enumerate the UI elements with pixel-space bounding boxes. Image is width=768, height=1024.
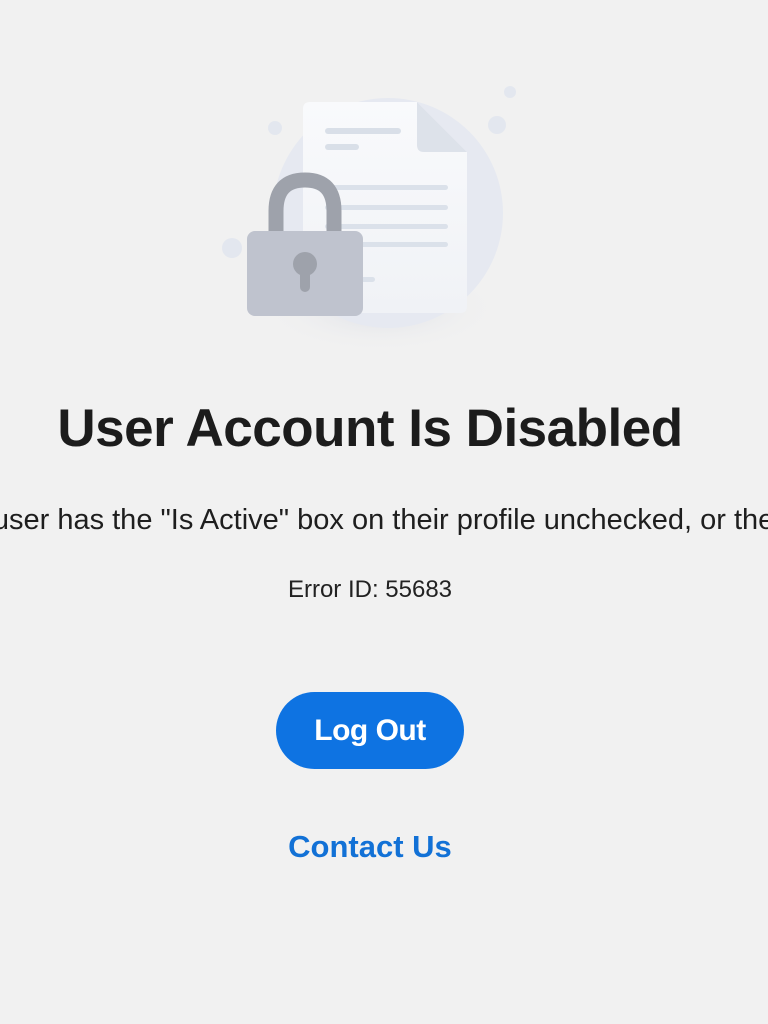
disabled-reason-message: This user has the "Is Active" box on the… (0, 504, 768, 536)
page-title: User Account Is Disabled (57, 399, 683, 458)
contact-us-link[interactable]: Contact Us (0, 829, 740, 865)
error-id: Error ID: 55683 (287, 576, 453, 603)
message-container: This user has the "Is Active" box on the… (0, 498, 768, 542)
logout-button[interactable]: Log Out (276, 692, 464, 769)
locked-document-icon (210, 78, 530, 368)
